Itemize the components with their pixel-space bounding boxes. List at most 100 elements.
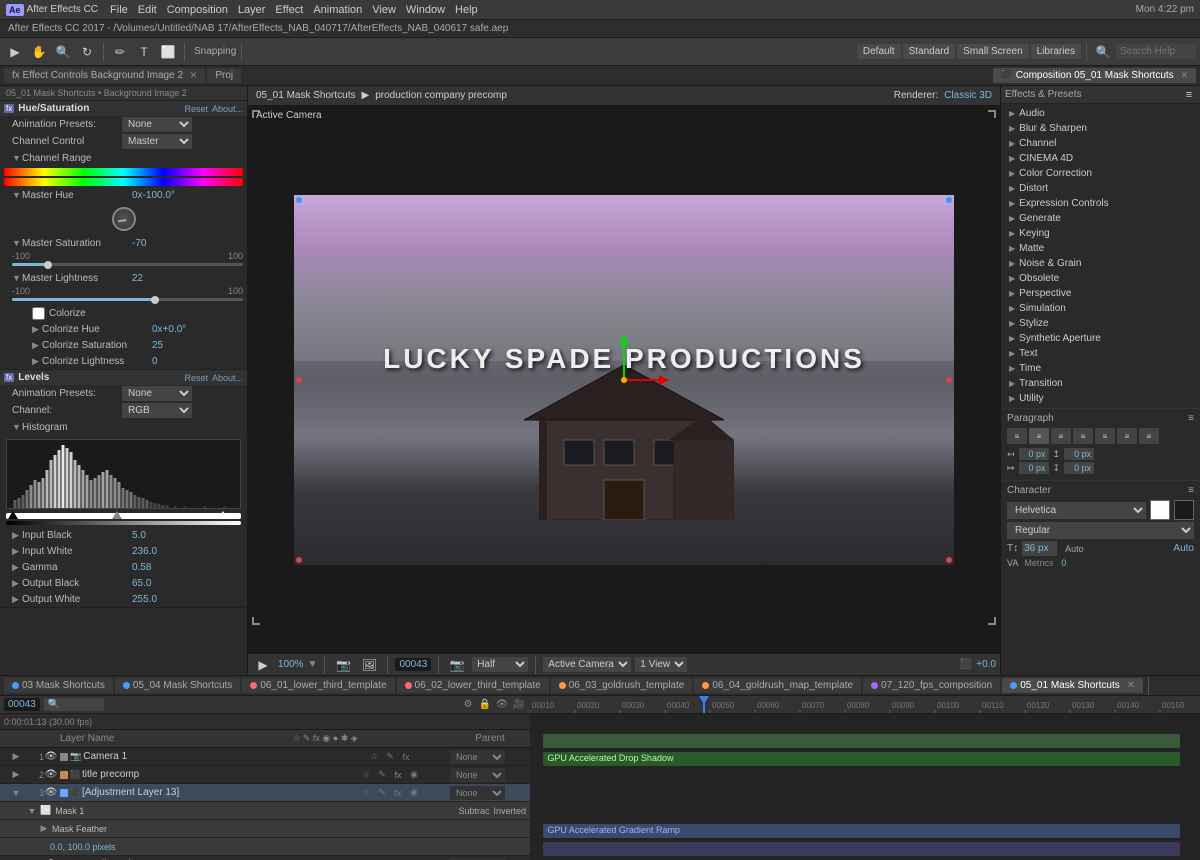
workspace-standard[interactable]: Standard bbox=[903, 44, 956, 59]
align-justify[interactable]: ≡ bbox=[1073, 428, 1093, 444]
channel-ctrl-select[interactable]: Master bbox=[122, 134, 192, 149]
indent-right-val[interactable]: 0 px bbox=[1019, 462, 1049, 474]
tool-text[interactable]: T bbox=[133, 41, 155, 63]
tool-select[interactable]: ▶ bbox=[4, 41, 26, 63]
current-time-display[interactable]: 00043 bbox=[4, 698, 40, 711]
va-value[interactable]: 0 bbox=[1061, 558, 1066, 568]
align-justify-right[interactable]: ≡ bbox=[1117, 428, 1137, 444]
layer-row-2[interactable]: ▶ 2 👁 ⬛ title precomp ☆ ✎ fx ◉ None bbox=[0, 766, 530, 784]
anchor-tr[interactable] bbox=[946, 197, 952, 203]
anchor-bl[interactable] bbox=[296, 557, 302, 563]
master-hue-expand[interactable]: ▼ bbox=[12, 190, 22, 200]
master-sat-expand[interactable]: ▼ bbox=[12, 238, 22, 248]
renderer-value[interactable]: Classic 3D bbox=[944, 90, 992, 101]
search-button[interactable]: 🔍 bbox=[1092, 41, 1114, 63]
l2-sw-3[interactable]: ◉ bbox=[407, 768, 421, 782]
anchor-mr[interactable] bbox=[946, 377, 952, 383]
tab-0604-gold[interactable]: 06_04_goldrush_map_template bbox=[694, 678, 861, 693]
tab-project[interactable]: Proj bbox=[207, 68, 241, 83]
l2-sw-2[interactable]: ✎ bbox=[375, 768, 389, 782]
align-justify-full[interactable]: ≡ bbox=[1139, 428, 1159, 444]
align-left[interactable]: ≡ bbox=[1007, 428, 1027, 444]
space-after-val[interactable]: 0 px bbox=[1064, 462, 1094, 474]
effect-item-noise[interactable]: ▶ Noise & Grain bbox=[1001, 256, 1200, 271]
menu-layer[interactable]: Layer bbox=[238, 4, 266, 16]
track-5-bar[interactable] bbox=[543, 842, 1180, 856]
tab-comp-main[interactable]: ⬛ Composition 05_01 Mask Shortcuts ✕ bbox=[993, 68, 1196, 83]
font-family-select[interactable]: Helvetica bbox=[1007, 502, 1146, 519]
master-sat-slider[interactable] bbox=[12, 263, 243, 266]
space-before-val[interactable]: 0 px bbox=[1064, 448, 1094, 460]
effect-item-transition[interactable]: ▶ Transition bbox=[1001, 376, 1200, 391]
menu-file[interactable]: File bbox=[110, 4, 128, 16]
workspace-libraries[interactable]: Libraries bbox=[1031, 44, 1081, 59]
output-black-expand[interactable]: ▶ bbox=[12, 578, 22, 589]
l2-vis[interactable]: 👁 bbox=[44, 768, 58, 782]
l1-toggle[interactable]: ▶ bbox=[8, 749, 24, 765]
levels-white-handle[interactable] bbox=[218, 511, 228, 519]
zoom-dropdown[interactable]: ▼ bbox=[308, 659, 318, 670]
anim-presets-select[interactable]: None bbox=[122, 117, 192, 132]
effect-item-perspective[interactable]: ▶ Perspective bbox=[1001, 286, 1200, 301]
master-hue-value[interactable]: 0x-100.0° bbox=[132, 190, 175, 201]
master-hue-dial[interactable] bbox=[112, 207, 136, 231]
effect-hue-sat-reset[interactable]: Reset bbox=[184, 104, 208, 114]
effect-item-text[interactable]: ▶ Text bbox=[1001, 346, 1200, 361]
align-justify-left[interactable]: ≡ bbox=[1095, 428, 1115, 444]
track-2-bar[interactable] bbox=[543, 734, 1180, 748]
input-white-value[interactable]: 236.0 bbox=[132, 546, 157, 557]
output-white-value[interactable]: 255.0 bbox=[132, 594, 157, 605]
col-hue-expand[interactable]: ▶ bbox=[32, 324, 42, 335]
track-3-bar[interactable]: GPU Accelerated Drop Shadow bbox=[543, 752, 1180, 766]
col-hue-value[interactable]: 0x+0.0° bbox=[152, 324, 186, 335]
tool-shape[interactable]: ⬜ bbox=[157, 41, 179, 63]
l1-vis[interactable]: 👁 bbox=[44, 750, 58, 764]
tl-icon-4[interactable]: 🎥 bbox=[512, 698, 526, 712]
l3-vis[interactable]: 👁 bbox=[44, 786, 58, 800]
levels-presets-select[interactable]: None bbox=[122, 386, 192, 401]
master-light-value[interactable]: 22 bbox=[132, 273, 143, 284]
effect-item-expr[interactable]: ▶ Expression Controls bbox=[1001, 196, 1200, 211]
views-select[interactable]: 1 View bbox=[635, 657, 687, 672]
levels-black-handle[interactable] bbox=[8, 511, 18, 519]
tab-0603-gold[interactable]: 06_03_goldrush_template bbox=[551, 678, 693, 693]
l2-parent-select[interactable]: None bbox=[450, 768, 505, 782]
workspace-default[interactable]: Default bbox=[857, 44, 901, 59]
effect-hue-sat-header[interactable]: fx Hue/Saturation Reset About... bbox=[0, 101, 247, 116]
l1-sw-3[interactable]: fx bbox=[399, 750, 413, 764]
effect-item-generate[interactable]: ▶ Generate bbox=[1001, 211, 1200, 226]
l2-toggle[interactable]: ▶ bbox=[8, 767, 24, 783]
menu-help[interactable]: Help bbox=[455, 4, 478, 16]
font-size-input[interactable] bbox=[1022, 541, 1057, 556]
layer-row-4[interactable]: ▶ 4 👁 ⬛ Gradient Tint ☆ fx ◉ None bbox=[0, 856, 530, 860]
paragraph-menu[interactable]: ≡ bbox=[1188, 413, 1194, 424]
col-light-value[interactable]: 0 bbox=[152, 356, 158, 367]
effect-item-obsolete[interactable]: ▶ Obsolete bbox=[1001, 271, 1200, 286]
l3-parent-select[interactable]: None bbox=[450, 786, 505, 800]
menu-window[interactable]: Window bbox=[406, 4, 445, 16]
tl-search-input[interactable] bbox=[44, 698, 104, 711]
l2-sw-1[interactable]: ☆ bbox=[359, 768, 373, 782]
track-4-bar[interactable]: GPU Accelerated Gradient Ramp bbox=[543, 824, 1180, 838]
search-input[interactable] bbox=[1116, 44, 1196, 59]
tab-07-fps[interactable]: 07_120_fps_composition bbox=[863, 678, 1000, 693]
align-right[interactable]: ≡ bbox=[1051, 428, 1071, 444]
tab-close-comp[interactable]: ✕ bbox=[1180, 70, 1188, 80]
quality-select[interactable]: Half Full Quarter bbox=[472, 657, 528, 672]
col-sat-expand[interactable]: ▶ bbox=[32, 340, 42, 351]
font-color-swatch[interactable] bbox=[1150, 500, 1170, 520]
input-black-value[interactable]: 5.0 bbox=[132, 530, 146, 541]
l3-sw-fx[interactable]: fx bbox=[391, 786, 405, 800]
levels-gamma-handle[interactable] bbox=[112, 511, 122, 519]
tl-icon-1[interactable]: ⚙ bbox=[461, 698, 475, 712]
effect-levels-about[interactable]: About... bbox=[212, 373, 243, 383]
effect-item-simulation[interactable]: ▶ Simulation bbox=[1001, 301, 1200, 316]
tl-icon-2[interactable]: 🔒 bbox=[478, 698, 492, 712]
effect-item-synth-aperture[interactable]: ▶ Synthetic Aperture bbox=[1001, 331, 1200, 346]
effect-item-stylize[interactable]: ▶ Stylize bbox=[1001, 316, 1200, 331]
colorize-checkbox[interactable] bbox=[32, 307, 45, 320]
effect-hue-sat-about[interactable]: About... bbox=[212, 104, 243, 114]
master-sat-value[interactable]: -70 bbox=[132, 238, 146, 249]
tab-0501-mask[interactable]: 05_01 Mask Shortcuts ✕ bbox=[1002, 678, 1143, 693]
breadcrumb-comp[interactable]: 05_01 Mask Shortcuts bbox=[6, 88, 96, 98]
